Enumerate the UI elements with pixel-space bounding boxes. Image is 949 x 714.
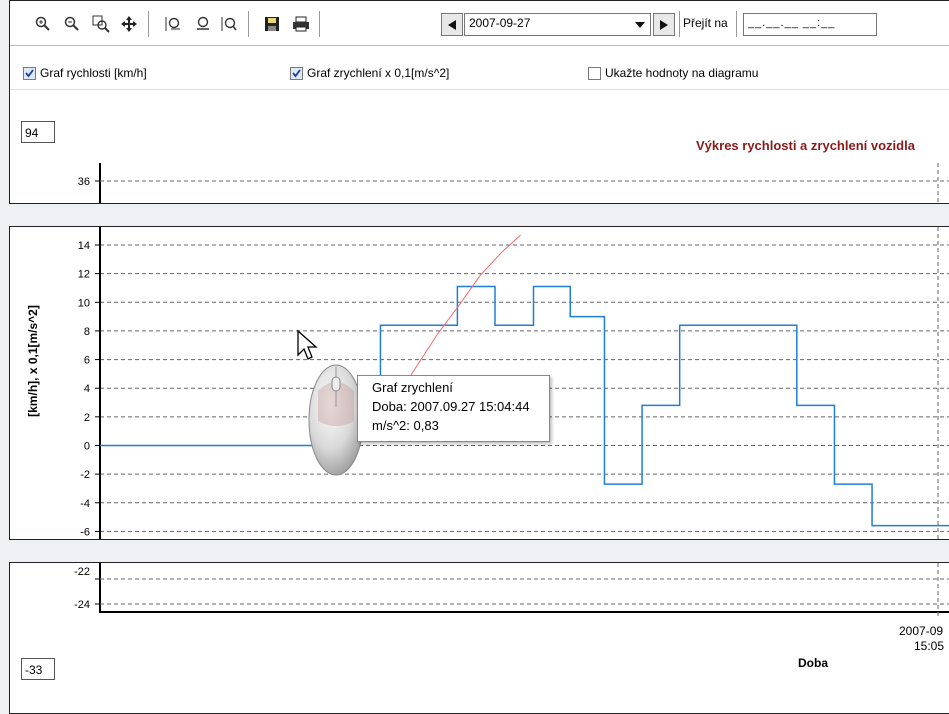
tooltip-value: m/s^2: 0,83	[372, 418, 439, 433]
y-tick-label: -4	[80, 498, 90, 510]
top-pane-axes: 36	[78, 163, 949, 203]
tooltip-series: Graf zrychlení	[372, 380, 453, 395]
y-tick-label: -24	[74, 599, 90, 611]
tooltip-time: Doba: 2007.09.27 15:04:44	[372, 399, 530, 414]
y-tick-label: 12	[78, 269, 90, 281]
top-chart-panel: 2007-09-27 Přejít na __.__.__ __:__ Graf…	[9, 0, 949, 204]
x-tick-date: 2007-09	[899, 624, 943, 638]
y-tick-label: -22	[74, 566, 90, 578]
data-point-tooltip: Graf zrychlení Doba: 2007.09.27 15:04:44…	[357, 375, 550, 442]
y-tick-label: 14	[78, 240, 90, 252]
x-axis-label: Doba	[798, 656, 828, 670]
y-axis-label: [km/h], x 0,1[m/s^2]	[26, 305, 40, 417]
x-tick-time: 15:05	[914, 639, 944, 653]
y-tick-label: 0	[84, 440, 90, 452]
mouse-pointer-icon	[297, 329, 318, 360]
y-tick-label: 6	[84, 355, 90, 367]
y-tick-label: -6	[80, 526, 90, 538]
y-tick-label: 4	[84, 383, 90, 395]
bottom-chart-panel: -22 -24 2007-09 15:05 Doba -33	[9, 562, 949, 714]
y-tick-label: 10	[78, 297, 90, 309]
bottom-value-box[interactable]: -33	[21, 658, 55, 680]
y-tick-label: -2	[80, 469, 90, 481]
y-tick-label: 2	[84, 412, 90, 424]
y-tick-label: 36	[78, 176, 90, 188]
bottom-pane-axes: -22 -24 2007-09 15:05 Doba	[74, 563, 949, 670]
y-tick-label: 8	[84, 326, 90, 338]
